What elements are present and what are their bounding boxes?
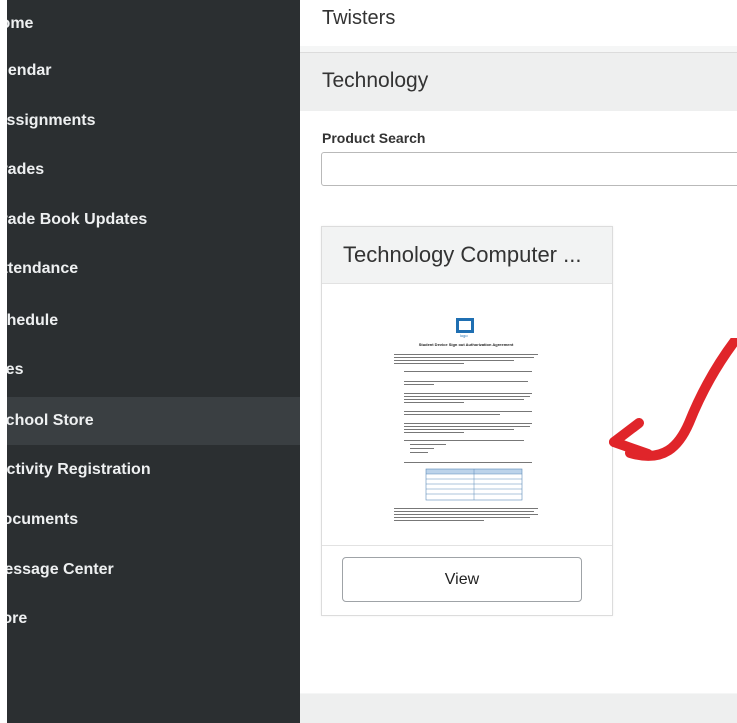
sidebar-item-label: Home bbox=[7, 15, 34, 32]
product-search-label: Product Search bbox=[322, 130, 426, 146]
document-thumbnail[interactable]: logo Student Device Sign out Authorizati… bbox=[384, 299, 548, 544]
sidebar-item-label: Documents bbox=[7, 511, 79, 528]
sidebar-item-label: Message Center bbox=[7, 561, 114, 578]
sidebar-item-schedule[interactable]: Schedule bbox=[7, 297, 300, 345]
sidebar-item-more[interactable]: More bbox=[7, 595, 300, 643]
sidebar-nav: Home Calendar Assignments Grades Grade B… bbox=[7, 0, 300, 723]
sidebar-item-label: Calendar bbox=[7, 62, 52, 79]
product-card[interactable]: Technology Computer ... logo Student Dev… bbox=[321, 226, 613, 616]
sidebar-item-grades[interactable]: Grades bbox=[7, 146, 300, 194]
sidebar-item-label: Fees bbox=[7, 361, 24, 378]
product-card-footer: View bbox=[322, 545, 612, 616]
sidebar-item-grade-book-updates[interactable]: Grade Book Updates bbox=[7, 196, 300, 244]
page-footer-band bbox=[300, 694, 737, 723]
sidebar-item-label: Assignments bbox=[7, 112, 96, 129]
sidebar-item-message-center[interactable]: Message Center bbox=[7, 546, 300, 594]
sidebar-item-documents[interactable]: Documents bbox=[7, 496, 300, 544]
sidebar-item-school-store[interactable]: School Store bbox=[7, 397, 300, 445]
sidebar-item-label: Grade Book Updates bbox=[7, 211, 148, 228]
sidebar-item-label: More bbox=[7, 610, 28, 627]
sidebar-item-label: School Store bbox=[7, 412, 94, 429]
page-header: Twisters bbox=[300, 0, 737, 46]
sidebar-item-label: Grades bbox=[7, 161, 45, 178]
product-search-input[interactable] bbox=[321, 152, 737, 186]
section-header: Technology bbox=[300, 52, 737, 112]
sidebar-item-activity-registration[interactable]: Activity Registration bbox=[7, 446, 300, 494]
sidebar-item-calendar[interactable]: Calendar bbox=[7, 47, 300, 95]
section-title: Technology bbox=[322, 69, 429, 92]
sidebar-item-attendance[interactable]: Attendance bbox=[7, 245, 300, 293]
svg-text:logo: logo bbox=[460, 333, 468, 338]
document-heading: Student Device Sign out Authorization Ag… bbox=[419, 342, 514, 347]
product-title[interactable]: Technology Computer ... bbox=[343, 242, 581, 268]
sidebar-item-label: Schedule bbox=[7, 312, 59, 329]
page-title: Twisters bbox=[322, 7, 396, 29]
product-card-header: Technology Computer ... bbox=[322, 227, 612, 284]
curved-arrow-icon bbox=[609, 338, 737, 461]
sidebar-item-label: Attendance bbox=[7, 260, 79, 277]
view-button[interactable]: View bbox=[342, 557, 582, 602]
sidebar-item-label: Activity Registration bbox=[7, 461, 151, 478]
left-edge bbox=[0, 0, 7, 723]
sidebar-item-home[interactable]: Home bbox=[7, 0, 300, 48]
sidebar-item-fees[interactable]: Fees bbox=[7, 346, 300, 394]
document-preview-image: logo Student Device Sign out Authorizati… bbox=[384, 299, 548, 544]
sidebar-item-assignments[interactable]: Assignments bbox=[7, 97, 300, 145]
